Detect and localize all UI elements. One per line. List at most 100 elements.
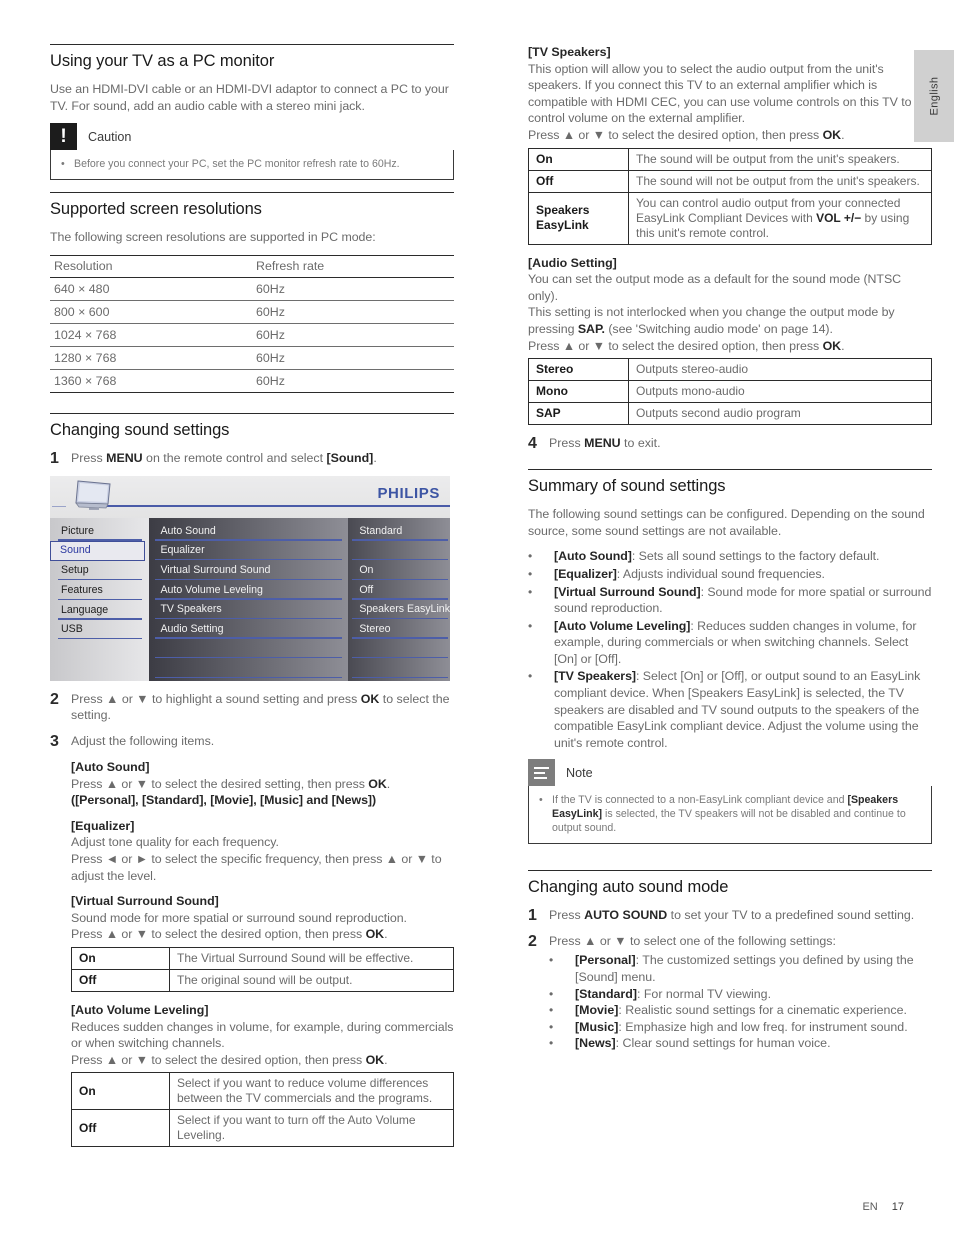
osd-item-picture[interactable]: Picture bbox=[50, 522, 149, 542]
step-1: 1 Press AUTO SOUND to set your TV to a p… bbox=[528, 907, 932, 924]
osd-panels: Picture Sound Setup Features Language US… bbox=[50, 517, 450, 681]
step-4: 4 Press MENU to exit. bbox=[528, 435, 932, 452]
virtual-surround-table: On The Virtual Surround Sound will be ef… bbox=[71, 946, 454, 992]
bullet-rest: : Clear sound settings for human voice. bbox=[615, 1036, 831, 1051]
cell-refresh: 60Hz bbox=[252, 300, 454, 324]
footer-page-number: 17 bbox=[891, 1201, 904, 1213]
osd-setting-auto-volume[interactable]: Auto Volume Leveling bbox=[149, 581, 348, 601]
osd-value-virtual-surround[interactable]: On bbox=[348, 561, 450, 581]
asm-s1-a: Press bbox=[549, 908, 585, 923]
cell-key: On bbox=[71, 1072, 170, 1111]
pc-monitor-intro: Use an HDMI-DVI cable or an HDMI-DVI ada… bbox=[50, 82, 449, 113]
list-item-text: [Equalizer]: Adjusts individual sound fr… bbox=[554, 566, 932, 583]
audio-setting-table: Stereo Outputs stereo-audio Mono Outputs… bbox=[528, 358, 932, 426]
list-item: • [Movie]: Realistic sound settings for … bbox=[549, 1002, 932, 1019]
osd-item-language[interactable]: Language bbox=[50, 601, 149, 621]
audio-setting-para3: Press ▲ or ▼ to select the desired optio… bbox=[528, 338, 932, 355]
osd-value-equalizer[interactable] bbox=[348, 541, 450, 561]
note-title: Note bbox=[566, 765, 593, 780]
osd-item-usb[interactable]: USB bbox=[50, 620, 149, 640]
list-item: • [News]: Clear sound settings for human… bbox=[549, 1035, 932, 1052]
osd-value-audio-setting[interactable]: Stereo bbox=[348, 620, 450, 640]
auto-sound-key: AUTO SOUND bbox=[584, 908, 668, 923]
audio-setting-para1: You can set the output mode as a default… bbox=[528, 272, 902, 303]
osd-header: PHILIPS bbox=[50, 475, 450, 518]
bullet-key: [Auto Sound] bbox=[554, 549, 632, 564]
cell-value: Outputs stereo-audio bbox=[628, 358, 932, 382]
bullet-dot-icon: • bbox=[61, 158, 65, 171]
cell-refresh: 60Hz bbox=[252, 323, 454, 347]
step-2: 2 Press ▲ or ▼ to highlight a sound sett… bbox=[50, 691, 454, 724]
bullet-dot-icon: • bbox=[549, 1019, 554, 1034]
step2-text-a: Press ▲ or ▼ to highlight a sound settin… bbox=[71, 691, 361, 706]
table-row: Mono Outputs mono-audio bbox=[528, 380, 932, 404]
cell-value: The sound will not be output from the un… bbox=[628, 169, 932, 193]
s4-a: Press bbox=[549, 436, 585, 451]
heading-pc-monitor: Using your TV as a PC monitor bbox=[50, 52, 275, 70]
osd-value-auto-volume[interactable]: Off bbox=[348, 581, 450, 601]
table-row: On The sound will be output from the uni… bbox=[528, 147, 932, 171]
item-virtual-surround-title: [Virtual Surround Sound] bbox=[71, 894, 219, 909]
osd-item-sound-selected[interactable]: Sound bbox=[50, 541, 146, 562]
table-row: Off The sound will not be output from th… bbox=[528, 169, 932, 193]
bullet-dot-icon: • bbox=[549, 986, 554, 1001]
osd-setting-equalizer[interactable]: Equalizer bbox=[149, 541, 348, 561]
cell-resolution: 800 × 600 bbox=[50, 300, 252, 324]
ok-key: OK bbox=[822, 127, 842, 142]
col-resolution: Resolution bbox=[50, 254, 252, 278]
note-b: is selected, the TV speakers will not be… bbox=[552, 808, 906, 835]
step-text: Adjust the following items. bbox=[71, 733, 215, 748]
caution-body: • Before you connect your PC, set the PC… bbox=[50, 150, 454, 181]
step-text: Press ▲ or ▼ to highlight a sound settin… bbox=[71, 691, 454, 724]
list-item: • [Auto Volume Leveling]: Reduces sudden… bbox=[528, 618, 932, 668]
ok-key: OK bbox=[368, 776, 387, 791]
list-item-text: [Auto Volume Leveling]: Reduces sudden c… bbox=[554, 618, 932, 668]
bullet-dot-icon: • bbox=[528, 669, 533, 684]
cell-value: Select if you want to turn off the Auto … bbox=[169, 1109, 454, 1148]
osd-item-setup[interactable]: Setup bbox=[50, 561, 149, 581]
cell-resolution: 1280 × 768 bbox=[50, 346, 252, 370]
step-number: 2 bbox=[528, 933, 537, 951]
section-pc-monitor: Using your TV as a PC monitor Use an HDM… bbox=[50, 44, 454, 181]
ok-key: OK bbox=[365, 927, 385, 942]
cell-key: Speakers EasyLink bbox=[528, 191, 629, 245]
step-text: Press MENU to exit. bbox=[549, 435, 932, 452]
heading-resolutions: Supported screen resolutions bbox=[50, 200, 262, 219]
ok-key: OK bbox=[365, 1052, 385, 1067]
osd-menu-middle: Auto Sound Equalizer Virtual Surround So… bbox=[149, 517, 349, 681]
item-auto-sound-title: [Auto Sound] bbox=[71, 759, 150, 774]
cell-key: On bbox=[71, 946, 170, 970]
av-line2-b: . bbox=[384, 1052, 388, 1067]
cell-value: The original sound will be output. bbox=[169, 968, 454, 992]
osd-setting-auto-sound[interactable]: Auto Sound bbox=[149, 522, 348, 542]
osd-item-features[interactable]: Features bbox=[50, 581, 149, 601]
bullet-dot-icon: • bbox=[528, 549, 533, 564]
table-row: 800 × 600 60Hz bbox=[50, 300, 454, 324]
as-p2-b: (see 'Switching audio mode' on page 14). bbox=[604, 321, 833, 336]
osd-value-auto-sound[interactable]: Standard bbox=[348, 522, 450, 542]
list-item-text: [Auto Sound]: Sets all sound settings to… bbox=[554, 548, 932, 565]
summary-bullet-list: • [Auto Sound]: Sets all sound settings … bbox=[528, 548, 932, 751]
list-item: • [TV Speakers]: Select [On] or [Off], o… bbox=[528, 668, 932, 751]
heading-summary: Summary of sound settings bbox=[528, 477, 726, 496]
osd-setting-tv-speakers[interactable]: TV Speakers bbox=[149, 600, 348, 620]
as-line1-b: . bbox=[386, 776, 391, 791]
table-row: 1024 × 768 60Hz bbox=[50, 323, 454, 347]
osd-value-tv-speakers[interactable]: Speakers EasyLink bbox=[348, 600, 450, 620]
osd-setting-virtual-surround[interactable]: Virtual Surround Sound bbox=[149, 561, 348, 581]
step-number: 4 bbox=[528, 435, 537, 453]
cell-resolution: 1024 × 768 bbox=[50, 323, 252, 347]
right-column: [TV Speakers] This option will allow you… bbox=[528, 44, 932, 1052]
item-equalizer-line1: Adjust tone quality for each frequency. bbox=[71, 835, 279, 850]
bullet-dot-icon: • bbox=[528, 566, 533, 581]
menu-key: MENU bbox=[106, 450, 143, 465]
step1-text-c: . bbox=[373, 450, 377, 465]
list-item: • [Equalizer]: Adjusts individual sound … bbox=[528, 566, 932, 583]
cell-refresh: 60Hz bbox=[252, 277, 454, 301]
audio-setting-para2: This setting is not interlocked when you… bbox=[528, 304, 932, 337]
osd-setting-audio-setting[interactable]: Audio Setting bbox=[149, 620, 348, 640]
note-body: • If the TV is connected to a non-EasyLi… bbox=[528, 786, 932, 845]
av-line2-a: Press ▲ or ▼ to select the desired optio… bbox=[71, 1052, 366, 1067]
heading-sound-settings: Changing sound settings bbox=[50, 420, 230, 439]
caution-callout: ! Caution • Before you connect your PC, … bbox=[50, 123, 454, 181]
